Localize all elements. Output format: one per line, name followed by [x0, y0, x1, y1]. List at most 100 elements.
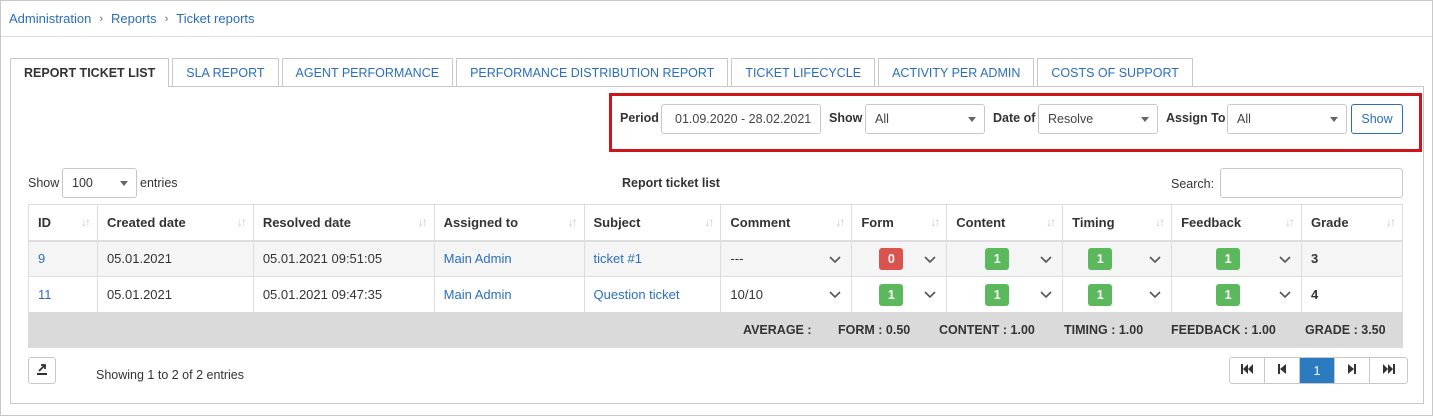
- table-title: Report ticket list: [622, 176, 720, 190]
- table-row: 9 05.01.2021 05.01.2021 09:51:05 Main Ad…: [28, 240, 1403, 277]
- column-label: Feedback: [1181, 214, 1242, 230]
- chevron-right-icon: ›: [99, 12, 104, 25]
- chevron-down-icon[interactable]: [924, 253, 936, 265]
- period-label: Period: [620, 111, 659, 125]
- chevron-down-icon[interactable]: [829, 253, 841, 265]
- timing-cell: 1: [1062, 240, 1173, 277]
- show-button[interactable]: Show: [1351, 104, 1403, 134]
- last-page-button[interactable]: [1370, 358, 1407, 383]
- column-header-feedback[interactable]: Feedback ↓↑: [1171, 204, 1302, 242]
- content-cell: 1: [946, 276, 1064, 313]
- date-of-select-value: Resolve: [1048, 112, 1094, 126]
- subject-link[interactable]: ticket #1: [594, 251, 642, 266]
- chevron-down-icon[interactable]: [1279, 288, 1291, 300]
- export-button[interactable]: [28, 357, 56, 384]
- feedback-cell: 1: [1171, 240, 1302, 277]
- column-label: Created date: [106, 214, 186, 230]
- column-header-content[interactable]: Content ↓↑: [946, 204, 1064, 242]
- chevron-down-icon[interactable]: [1279, 253, 1291, 265]
- sort-icon: ↓↑: [930, 215, 940, 229]
- tab-activity-per-admin[interactable]: ACTIVITY PER ADMIN: [878, 58, 1035, 86]
- column-header-timing[interactable]: Timing ↓↑: [1062, 204, 1173, 242]
- tab-report-ticket-list[interactable]: REPORT TICKET LIST: [10, 58, 170, 87]
- pagination: 1: [1229, 357, 1408, 384]
- last-page-icon: [1382, 364, 1395, 377]
- comment-text: 10/10: [730, 287, 763, 302]
- column-header-comment[interactable]: Comment ↓↑: [720, 204, 853, 242]
- chevron-down-icon[interactable]: [1149, 253, 1161, 265]
- breadcrumb-ticket-reports[interactable]: Ticket reports: [176, 11, 254, 26]
- sort-icon: ↓↑: [1155, 215, 1165, 229]
- search-input[interactable]: [1220, 168, 1403, 198]
- assigned-admin-link[interactable]: Main Admin: [444, 287, 512, 302]
- date-of-select[interactable]: Resolve: [1038, 104, 1158, 134]
- comment-text: ---: [730, 251, 744, 267]
- content-average: CONTENT : 1.00: [939, 323, 1035, 337]
- sort-icon: ↓↑: [1386, 215, 1396, 229]
- column-header-grade[interactable]: Grade ↓↑: [1301, 204, 1403, 242]
- show-select[interactable]: All: [865, 104, 985, 134]
- timing-score-badge: 1: [1088, 247, 1113, 270]
- chevron-down-icon[interactable]: [1040, 288, 1052, 300]
- column-header-assigned-to[interactable]: Assigned to ↓↑: [433, 204, 585, 242]
- first-page-button[interactable]: [1230, 358, 1265, 383]
- column-label: Resolved date: [262, 214, 351, 230]
- column-header-subject[interactable]: Subject ↓↑: [583, 204, 722, 242]
- column-label: Grade: [1311, 214, 1349, 230]
- entries-select-value: 100: [72, 176, 93, 190]
- feedback-score-badge: 1: [1216, 283, 1241, 306]
- sort-icon: ↓↑: [1046, 215, 1056, 229]
- table-info: Showing 1 to 2 of 2 entries: [96, 368, 245, 382]
- date-of-label: Date of: [993, 111, 1036, 125]
- tab-sla-report[interactable]: SLA REPORT: [172, 58, 279, 86]
- assigned-admin-link[interactable]: Main Admin: [444, 251, 512, 266]
- column-label: Subject: [593, 214, 641, 230]
- entries-select[interactable]: 100: [62, 168, 137, 198]
- assign-to-select[interactable]: All: [1227, 104, 1347, 134]
- content-score-badge: 1: [985, 283, 1010, 306]
- chevron-down-icon[interactable]: [924, 288, 936, 300]
- ticket-id-link[interactable]: 9: [38, 251, 45, 266]
- column-label: ID: [38, 214, 51, 230]
- length-show-label: Show: [28, 176, 60, 190]
- assign-to-label: Assign To: [1166, 111, 1226, 125]
- previous-page-button[interactable]: [1265, 358, 1300, 383]
- created-date-cell: 05.01.2021: [96, 276, 254, 313]
- entries-label: entries: [140, 176, 178, 190]
- next-page-button[interactable]: [1335, 358, 1370, 383]
- show-select-value: All: [875, 112, 889, 126]
- chevron-down-icon[interactable]: [1149, 288, 1161, 300]
- breadcrumb: Administration › Reports › Ticket report…: [9, 11, 255, 26]
- chevron-right-icon: ›: [164, 12, 169, 25]
- column-label: Comment: [730, 214, 791, 230]
- column-header-created-date[interactable]: Created date ↓↑: [96, 204, 254, 242]
- first-page-icon: [1241, 364, 1253, 377]
- search-label: Search:: [1171, 177, 1215, 191]
- page-button-current[interactable]: 1: [1300, 358, 1335, 383]
- ticket-id-link[interactable]: 11: [38, 287, 52, 302]
- created-date-cell: 05.01.2021: [96, 240, 254, 277]
- timing-average: TIMING : 1.00: [1064, 323, 1144, 337]
- grade-cell: 3: [1301, 240, 1403, 277]
- column-header-id[interactable]: ID ↓↑: [28, 204, 98, 242]
- column-header-form[interactable]: Form ↓↑: [851, 204, 948, 242]
- tab-ticket-lifecycle[interactable]: TICKET LIFECYCLE: [731, 58, 876, 86]
- chevron-down-icon[interactable]: [1040, 253, 1052, 265]
- period-input[interactable]: 01.09.2020 - 28.02.2021: [661, 104, 821, 134]
- tab-agent-performance[interactable]: AGENT PERFORMANCE: [281, 58, 454, 86]
- breadcrumb-reports[interactable]: Reports: [111, 11, 157, 26]
- sort-icon: ↓↑: [567, 215, 578, 229]
- chevron-down-icon[interactable]: [829, 288, 841, 300]
- column-label: Content: [956, 214, 1006, 230]
- caret-down-icon: [1141, 117, 1149, 122]
- breadcrumb-administration[interactable]: Administration: [9, 11, 91, 26]
- comment-cell: ---: [720, 240, 853, 277]
- form-average: FORM : 0.50: [838, 323, 911, 337]
- timing-cell: 1: [1062, 276, 1173, 313]
- tab-costs-of-support[interactable]: COSTS OF SUPPORT: [1037, 58, 1193, 86]
- tab-performance-distribution-report[interactable]: PERFORMANCE DISTRIBUTION REPORT: [456, 58, 729, 86]
- sort-icon: ↓↑: [704, 215, 714, 229]
- column-header-resolved-date[interactable]: Resolved date ↓↑: [252, 204, 435, 242]
- subject-link[interactable]: Question ticket: [594, 287, 680, 302]
- feedback-cell: 1: [1171, 276, 1302, 313]
